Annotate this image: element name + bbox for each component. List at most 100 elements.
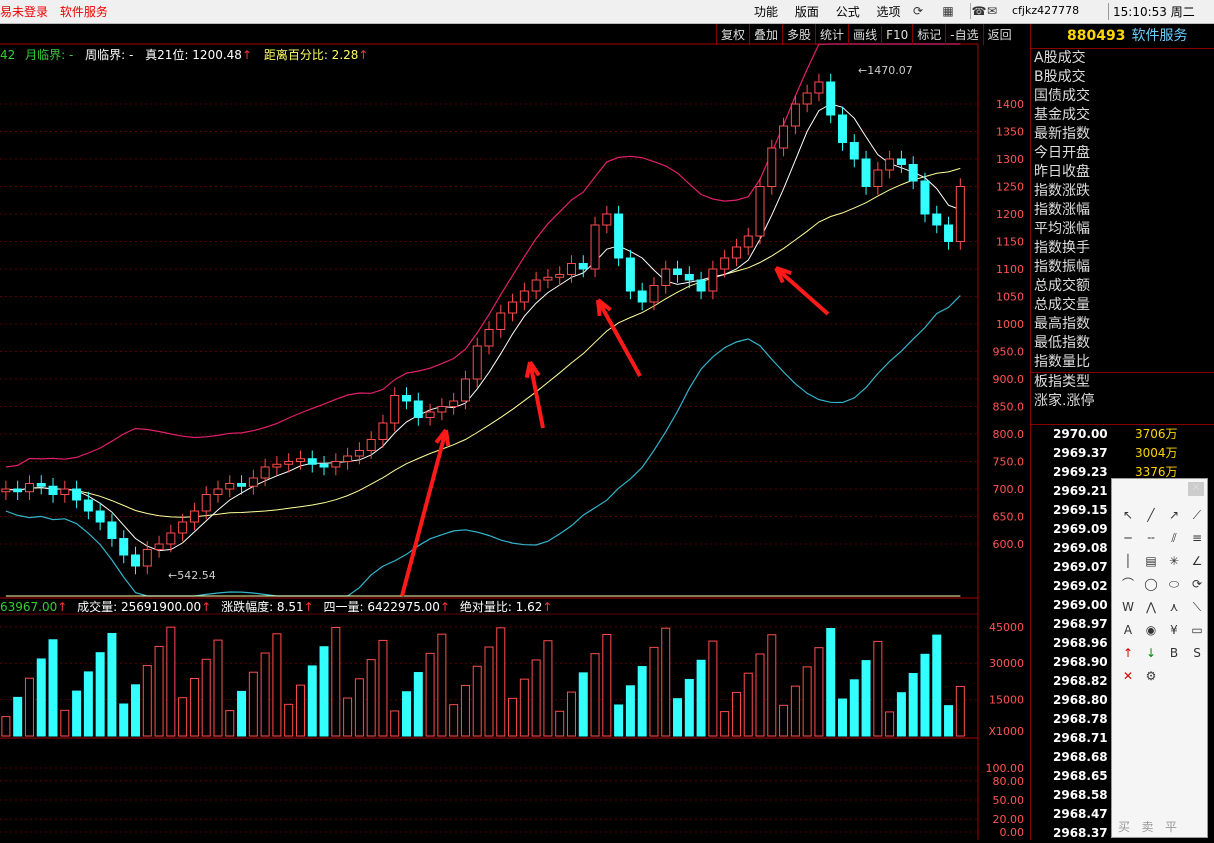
up-arrow-tool-icon[interactable]: ↑ bbox=[1118, 643, 1138, 663]
tick-row[interactable]: 2969.37 3004万 bbox=[1031, 444, 1214, 463]
tool-draw-line[interactable]: 画线 bbox=[848, 24, 881, 45]
mark-tool-icon[interactable]: ◉ bbox=[1141, 620, 1161, 640]
candle-body bbox=[920, 180, 930, 215]
ray-tool-icon[interactable]: ↗ bbox=[1164, 505, 1184, 525]
parallel-tool-icon[interactable]: ⫽ bbox=[1164, 528, 1184, 548]
login-status[interactable]: 易未登录 bbox=[0, 5, 48, 19]
volume-bar bbox=[248, 671, 258, 737]
peak-tool-icon[interactable]: ⋏ bbox=[1164, 597, 1184, 617]
candle-body bbox=[837, 114, 847, 143]
zigzag-tool-icon[interactable]: ⋀ bbox=[1141, 597, 1161, 617]
tick-row[interactable]: 2970.00 3706万 bbox=[1031, 425, 1214, 444]
tick-price: 2968.97 bbox=[1053, 617, 1108, 631]
candle-body bbox=[48, 485, 58, 495]
volume-bar bbox=[908, 673, 918, 737]
volume-bar bbox=[213, 639, 223, 737]
volume-bar bbox=[390, 710, 400, 737]
menu-function[interactable]: 功能 bbox=[754, 5, 778, 19]
vline-tool-icon[interactable]: │ bbox=[1118, 551, 1138, 571]
volume-bar bbox=[720, 711, 730, 737]
field-label: 指数涨幅 bbox=[1034, 202, 1090, 218]
candle-body bbox=[72, 488, 82, 501]
volume-tick-label: 30000 bbox=[989, 657, 1024, 670]
sell-label[interactable]: 卖 bbox=[1141, 820, 1153, 834]
sell-tool-icon[interactable]: S bbox=[1187, 643, 1207, 663]
volume-bar bbox=[625, 685, 635, 737]
volume-bar bbox=[814, 647, 824, 737]
volume-unit-label: X1000 bbox=[988, 725, 1024, 738]
tick-price: 2968.68 bbox=[1053, 750, 1108, 764]
candle-body bbox=[543, 276, 553, 281]
annotation-arrow bbox=[596, 299, 642, 377]
ruler-tool-icon[interactable]: ▭ bbox=[1187, 620, 1207, 640]
hline-tool-icon[interactable]: ╌ bbox=[1141, 528, 1161, 548]
mail-icon[interactable]: ✉ bbox=[984, 3, 1000, 19]
menu-layout[interactable]: 版面 bbox=[795, 5, 819, 19]
tool-stats[interactable]: 统计 bbox=[815, 24, 848, 45]
buy-label[interactable]: 买 bbox=[1118, 820, 1130, 834]
tool-f10[interactable]: F10 bbox=[881, 26, 912, 44]
cycle-tool-icon[interactable]: ⟳ bbox=[1187, 574, 1207, 594]
menu-formula[interactable]: 公式 bbox=[836, 5, 860, 19]
field-label: 最高指数 bbox=[1034, 316, 1090, 332]
candle-body bbox=[779, 125, 789, 149]
candle-body bbox=[260, 466, 270, 479]
candle-body bbox=[566, 263, 576, 275]
volume-tick-label: 45000 bbox=[989, 621, 1024, 634]
palette-close-icon[interactable]: × bbox=[1188, 482, 1204, 496]
tool-restore-rights[interactable]: 复权 bbox=[716, 24, 749, 45]
tool-multi-stock[interactable]: 多股 bbox=[782, 24, 815, 45]
volume-bar bbox=[154, 645, 164, 737]
arrow-tool-icon[interactable]: ⟋ bbox=[1187, 505, 1207, 525]
volume-bar bbox=[24, 677, 34, 737]
tool-overlay[interactable]: 叠加 bbox=[749, 24, 782, 45]
drawing-palette: × ↖ ╱ ↗ ⟋ ─ ╌ ⫽ ≡ │ ▤ ✳ ∠ ⌒ ◯ ⬭ ⟳ W ⋀ ⋏ ⟍ A ◉ ¥ ▭ ↑ ↓ B S ✕ ⚙ 买 卖 平 bbox=[1111, 478, 1208, 838]
field-label: A股成交 bbox=[1034, 50, 1086, 66]
gann-tool-icon[interactable]: ✳ bbox=[1164, 551, 1184, 571]
segment-tool-icon[interactable]: ─ bbox=[1118, 528, 1138, 548]
volume-ratio: 绝对量比: 1.62 bbox=[459, 600, 543, 614]
price-tool-icon[interactable]: ¥ bbox=[1164, 620, 1184, 640]
ellipse-tool-icon[interactable]: ⬭ bbox=[1164, 574, 1184, 594]
tool-mark[interactable]: 标记 bbox=[912, 24, 945, 45]
tool-back[interactable]: 返回 bbox=[982, 24, 1016, 45]
line-tool-icon[interactable]: ╱ bbox=[1141, 505, 1161, 525]
settings-tool-icon[interactable]: ⚙ bbox=[1141, 666, 1161, 686]
angle-tool-icon[interactable]: ∠ bbox=[1187, 551, 1207, 571]
text-tool-icon[interactable]: A bbox=[1118, 620, 1138, 640]
calculator-icon[interactable]: ▦ bbox=[940, 3, 956, 19]
refresh-icon[interactable]: ⟳ bbox=[910, 3, 926, 19]
channel-tool-icon[interactable]: ≡ bbox=[1187, 528, 1207, 548]
fib-tool-icon[interactable]: ▤ bbox=[1141, 551, 1161, 571]
flat-label[interactable]: 平 bbox=[1165, 820, 1177, 834]
buy-tool-icon[interactable]: B bbox=[1164, 643, 1184, 663]
candle-body bbox=[13, 488, 23, 493]
menu-options[interactable]: 选项 bbox=[877, 5, 901, 19]
user-id[interactable]: cfjkz427778 bbox=[1012, 4, 1079, 17]
stock-header[interactable]: 880493 软件服务 bbox=[1031, 24, 1214, 49]
candle-body bbox=[83, 499, 93, 512]
price-tick-label: 750.0 bbox=[993, 456, 1025, 469]
tool-watchlist[interactable]: -自选 bbox=[945, 24, 982, 45]
service-link[interactable]: 软件服务 bbox=[60, 5, 108, 19]
down-arrow-tool-icon[interactable]: ↓ bbox=[1141, 643, 1161, 663]
tick-price: 2968.90 bbox=[1053, 655, 1108, 669]
wave-tool-icon[interactable]: W bbox=[1118, 597, 1138, 617]
candle-body bbox=[673, 268, 683, 275]
trend-tool-icon[interactable]: ⟍ bbox=[1187, 597, 1207, 617]
arc-tool-icon[interactable]: ⌒ bbox=[1118, 574, 1138, 594]
volume-bar bbox=[837, 698, 847, 737]
kline-chart[interactable]: 1400 1350 1300 1250 1200 1150 1100 1050 1000 950.… bbox=[0, 24, 1030, 840]
price-tick-label: 600.0 bbox=[993, 538, 1025, 551]
volume-total: 成交量: 25691900.00 bbox=[77, 600, 202, 614]
volume-bar bbox=[955, 685, 965, 737]
chart-area[interactable]: 1400 1350 1300 1250 1200 1150 1100 1050 1000 950.… bbox=[0, 24, 1030, 840]
circle-tool-icon[interactable]: ◯ bbox=[1141, 574, 1161, 594]
delete-tool-icon[interactable]: ✕ bbox=[1118, 666, 1138, 686]
volume-bar bbox=[944, 705, 954, 737]
tick-list[interactable]: 2970.00 3706万 2969.37 3004万 2969.23 3376万 2969… bbox=[1031, 424, 1214, 840]
volume-bar bbox=[48, 639, 58, 737]
cursor-tool-icon[interactable]: ↖ bbox=[1118, 505, 1138, 525]
volume-bar bbox=[578, 672, 588, 737]
candle-body bbox=[896, 158, 906, 165]
